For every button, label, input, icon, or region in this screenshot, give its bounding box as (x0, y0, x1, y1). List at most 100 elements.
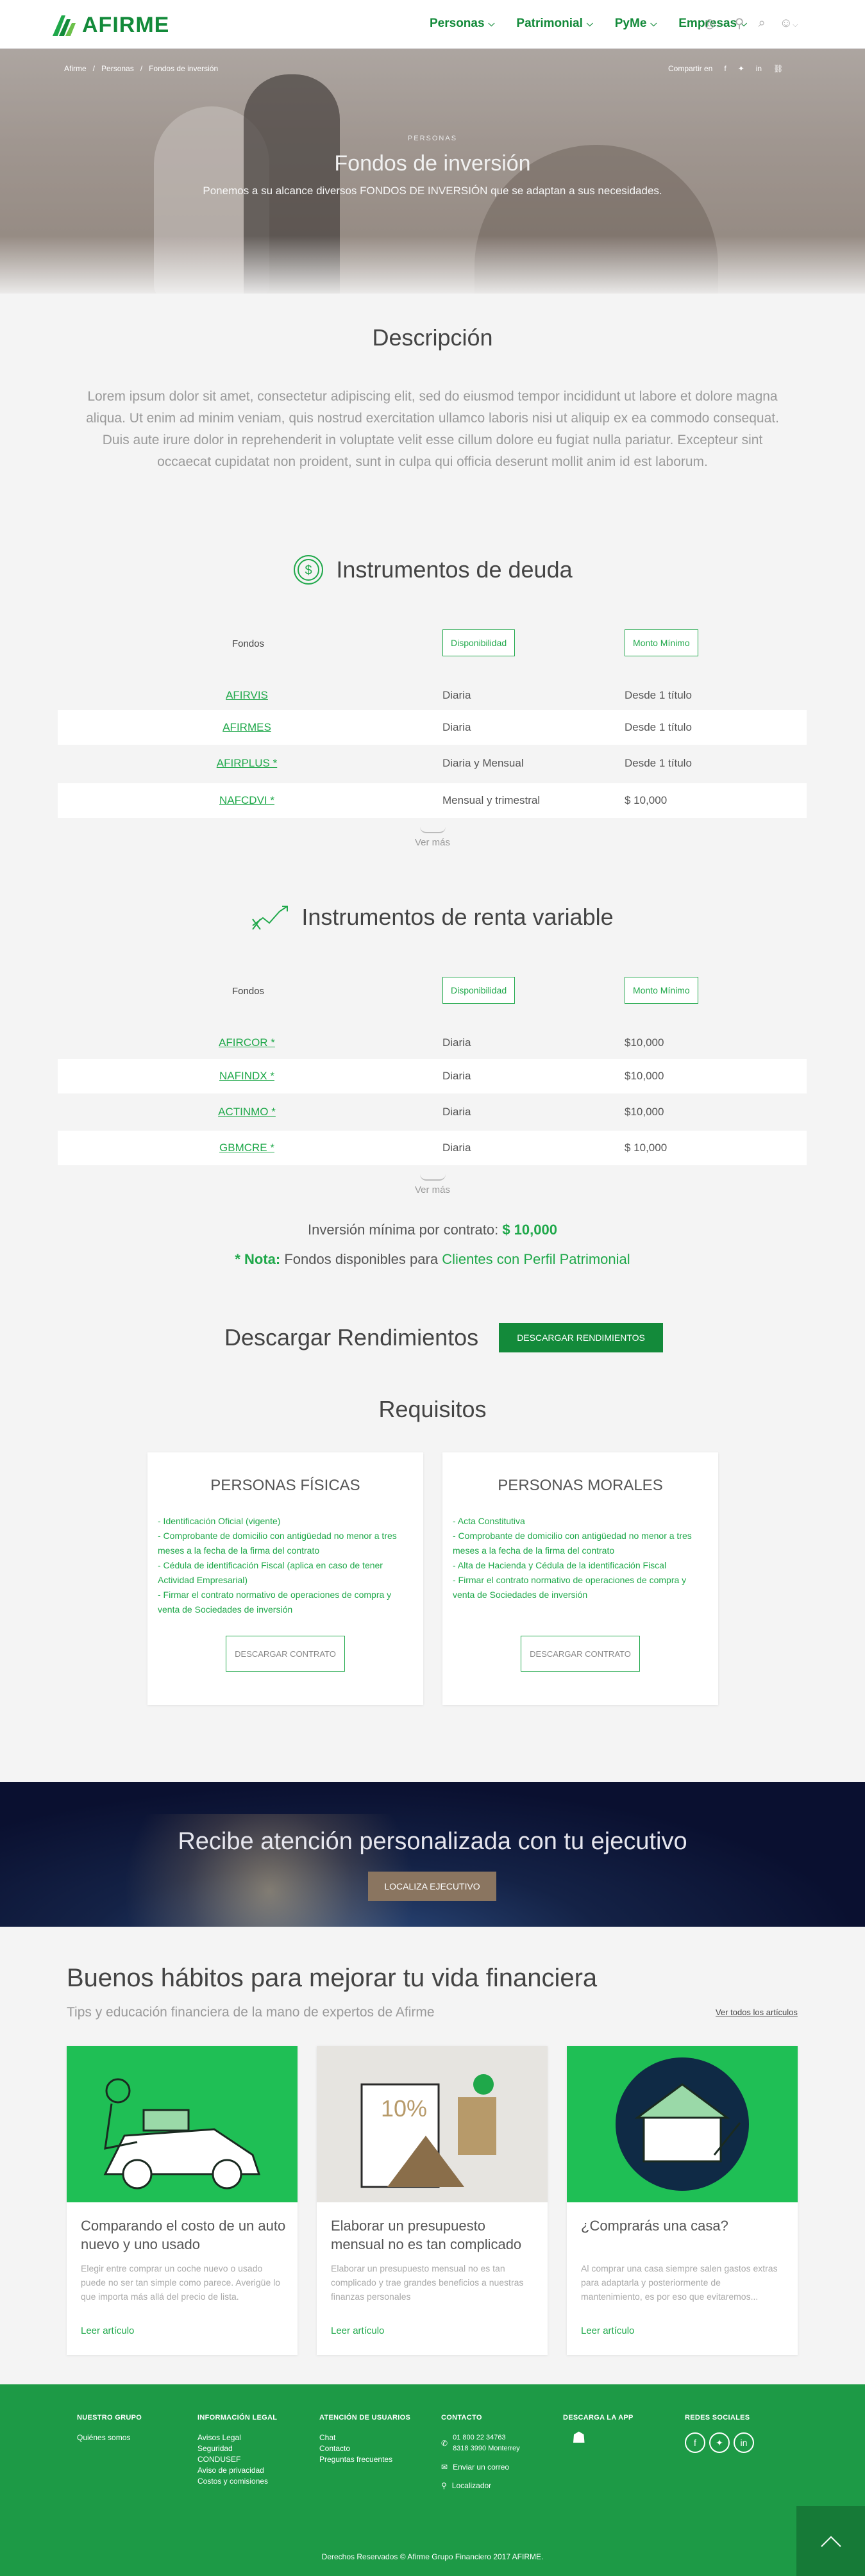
logo-text: AFIRME (82, 13, 170, 37)
descargar-contrato-morales-button[interactable]: DESCARGAR CONTRATO (521, 1636, 640, 1672)
fondo-link[interactable]: AFIRMES (186, 721, 308, 734)
chevron-down-icon: ⌵ (488, 19, 495, 28)
footer-link[interactable]: Preguntas frecuentes (319, 2455, 392, 2464)
nav-pyme[interactable]: PyMe ⌵ (615, 17, 657, 31)
ver-mas-label: Ver más (414, 837, 451, 848)
descargar-rendimientos-button[interactable]: DESCARGAR RENDIMIENTOS (499, 1323, 663, 1352)
blog-post-card[interactable]: Comparando el costo de un auto nuevo y u… (67, 2046, 298, 2355)
col-monto-button[interactable]: Monto Mínimo (625, 629, 698, 656)
phone-icon: ✆ (441, 2438, 448, 2448)
main-nav: Personas ⌵ Patrimonial ⌵ PyMe ⌵ Empresas ⌵ (430, 17, 747, 31)
morales-title: PERSONAS MORALES (498, 1477, 663, 1494)
fondo-link[interactable]: NAFCDVI * (186, 794, 308, 807)
search-icon[interactable]: ⌕ (758, 16, 765, 31)
breadcrumb-current: Fondos de inversión (149, 64, 219, 73)
fondo-link[interactable]: NAFINDX * (186, 1070, 308, 1083)
footer-heading: INFORMACIÓN LEGAL (197, 2414, 278, 2422)
disponibilidad-cell: Diaria (442, 721, 471, 733)
ver-mas-deuda[interactable]: Ver más (0, 827, 865, 848)
col-disponibilidad-button[interactable]: Disponibilidad (442, 977, 516, 1004)
linkedin-icon[interactable]: in (756, 64, 762, 73)
breadcrumb-afirme[interactable]: Afirme (64, 64, 87, 73)
share-label: Compartir en (668, 64, 713, 73)
site-footer: NUESTRO GRUPO Quiénes somos INFORMACIÓN … (0, 2384, 865, 2576)
fisicas-title: PERSONAS FÍSICAS (210, 1477, 360, 1494)
trend-chart-icon (252, 906, 289, 930)
col-monto-button[interactable]: Monto Mínimo (625, 977, 698, 1004)
copyright: Derechos Reservados © Afirme Grupo Finan… (321, 2552, 544, 2561)
footer-link[interactable]: Chat (319, 2433, 335, 2442)
deuda-table-header: Fondos Disponibilidad Monto Mínimo (58, 624, 807, 663)
blog-post-card[interactable]: 10% Elaborar un presupuesto mensual no e… (317, 2046, 548, 2355)
hero-fade (0, 236, 865, 294)
linkedin-icon[interactable]: in (734, 2432, 754, 2453)
afirme-logo[interactable]: AFIRME (53, 13, 169, 38)
language-globe-icon[interactable]: ◎⌵ (704, 15, 721, 31)
scroll-to-top-button[interactable] (796, 2506, 865, 2576)
col-fondos: Fondos (232, 986, 265, 997)
descripcion-body: Lorem ipsum dolor sit amet, consectetur … (86, 389, 779, 469)
chevron-down-icon: ⌵ (650, 19, 657, 28)
ver-mas-renta[interactable]: Ver más (0, 1174, 865, 1195)
requisitos-morales-card: PERSONAS MORALES - Acta Constitutiva - C… (442, 1452, 718, 1705)
footer-link[interactable]: Quiénes somos (77, 2433, 130, 2442)
twitter-icon[interactable]: ✦ (709, 2432, 730, 2453)
monto-cell: $10,000 (625, 1036, 664, 1049)
footer-link[interactable]: Seguridad (197, 2444, 233, 2453)
footer-link[interactable]: CONDUSEF (197, 2455, 240, 2464)
nota-text: Fondos disponibles para (284, 1251, 439, 1267)
contact-email[interactable]: ✉ Enviar un correo (441, 2462, 520, 2473)
fondo-link[interactable]: GBMCRE * (186, 1142, 308, 1154)
post-title: ¿Comprarás una casa? (581, 2218, 728, 2234)
nav-personas[interactable]: Personas ⌵ (430, 17, 494, 31)
fondo-link[interactable]: ACTINMO * (186, 1106, 308, 1118)
leer-articulo-link[interactable]: Leer artículo (81, 2325, 134, 2336)
footer-link[interactable]: Costos y comisiones (197, 2477, 268, 2486)
afirme-logo-icon (53, 15, 76, 36)
footer-link[interactable]: Contacto (319, 2444, 350, 2453)
footer-redes: REDES SOCIALES f ✦ in (685, 2413, 758, 2453)
footer-link[interactable]: Aviso de privacidad (197, 2466, 264, 2475)
blog-post-card[interactable]: ¿Comprarás una casa? Al comprar una casa… (567, 2046, 798, 2355)
fondo-link[interactable]: AFIRVIS (186, 689, 308, 702)
footer-app: DESCARGA LA APP ☗ (563, 2413, 634, 2446)
fondo-link[interactable]: AFIRCOR * (186, 1036, 308, 1049)
table-row: AFIRMES Diaria Desde 1 título (58, 710, 807, 745)
localizador-label: Localizador (451, 2481, 492, 2490)
nav-patrimonial[interactable]: Patrimonial ⌵ (516, 17, 592, 31)
contact-localizador[interactable]: ⚲ Localizador (441, 2480, 520, 2491)
chevron-down-icon (419, 1174, 446, 1181)
contact-phone[interactable]: ✆ 01 800 22 34763 8318 3990 Monterrey (441, 2432, 520, 2454)
leer-articulo-link[interactable]: Leer artículo (581, 2325, 634, 2336)
location-pin-icon[interactable]: ⚲ (735, 15, 744, 31)
disponibilidad-cell: Diaria (442, 1106, 471, 1118)
requisitos-title: Requisitos (378, 1396, 487, 1422)
disponibilidad-cell: Diaria (442, 1142, 471, 1154)
descargar-contrato-fisicas-button[interactable]: DESCARGAR CONTRATO (226, 1636, 345, 1672)
link-icon[interactable]: ⛓ (773, 64, 783, 73)
chevron-down-icon (419, 827, 446, 833)
facebook-icon[interactable]: f (685, 2432, 705, 2453)
footer-link[interactable]: Avisos Legal (197, 2433, 241, 2442)
fisicas-list: - Identificación Oficial (vigente) - Com… (158, 1514, 414, 1617)
user-icon[interactable]: ☺⌵ (780, 16, 798, 31)
phone-2: 8318 3990 Monterrey (453, 2445, 520, 2452)
list-item: - Comprobante de domicilio con antigüeda… (158, 1531, 397, 1556)
phone-1: 01 800 22 34763 (453, 2434, 506, 2441)
email-label: Enviar un correo (453, 2463, 510, 2472)
fondo-link[interactable]: AFIRPLUS * (186, 757, 308, 770)
twitter-icon[interactable]: ✦ (738, 64, 744, 73)
col-disponibilidad-button[interactable]: Disponibilidad (442, 629, 516, 656)
nota: * Nota: Fondos disponibles para Clientes… (0, 1251, 865, 1268)
breadcrumb-personas[interactable]: Personas (101, 64, 134, 73)
svg-text:$: $ (305, 563, 312, 578)
nota-label: * Nota: (235, 1251, 281, 1267)
clientes-patrimonial-link[interactable]: Clientes con Perfil Patrimonial (442, 1251, 630, 1267)
localiza-ejecutivo-button[interactable]: LOCALIZA EJECUTIVO (368, 1872, 496, 1901)
ver-todos-link[interactable]: Ver todos los artículos (716, 2007, 798, 2017)
android-icon[interactable]: ☗ (572, 2431, 586, 2446)
chevron-up-icon (820, 2536, 841, 2547)
hero-subtitle: Ponemos a su alcance diversos FONDOS DE … (203, 185, 662, 197)
leer-articulo-link[interactable]: Leer artículo (331, 2325, 384, 2336)
facebook-icon[interactable]: f (724, 64, 726, 73)
